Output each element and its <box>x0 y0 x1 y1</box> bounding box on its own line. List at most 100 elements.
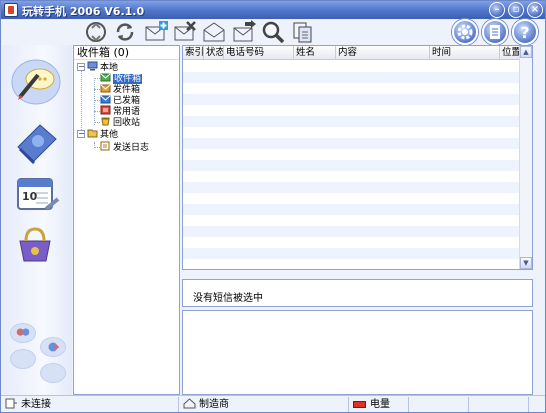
recycle-bin-icon <box>101 117 110 126</box>
table-row[interactable] <box>183 193 520 204</box>
phonebook-icon <box>17 124 57 165</box>
copy-icon <box>293 22 312 43</box>
scroll-up-arrow[interactable]: ▲ <box>520 46 532 58</box>
media-icon <box>19 227 51 262</box>
column-header-content[interactable]: 内容 <box>336 46 430 60</box>
sidebar-mini-3[interactable] <box>10 349 36 369</box>
tree-item-send-log[interactable]: 发送日志 <box>100 141 149 153</box>
folder-tree-header: 收件箱 (0) <box>74 46 179 60</box>
connect-button[interactable] <box>83 19 109 45</box>
notes-button[interactable] <box>482 19 508 45</box>
table-row[interactable] <box>183 149 520 160</box>
expand-other-toggle[interactable]: − <box>77 130 85 138</box>
table-row[interactable] <box>183 160 520 171</box>
copy-button[interactable] <box>289 19 315 45</box>
window-title: 玩转手机 2006 V6.1.0 <box>22 5 145 18</box>
tree-item-recycle-bin[interactable]: 回收站 <box>100 116 140 128</box>
folder-icon <box>87 129 98 138</box>
tree-item-recycle-bin-label: 回收站 <box>113 118 141 128</box>
table-row[interactable] <box>183 171 520 182</box>
battery-icon <box>353 401 366 408</box>
table-row[interactable] <box>183 215 520 226</box>
help-button[interactable]: ? <box>512 19 538 45</box>
forward-icon <box>233 20 256 42</box>
tree-node-other-label: 其他 <box>100 130 119 140</box>
status-battery-label: 电量 <box>370 399 390 410</box>
table-row[interactable] <box>183 204 520 215</box>
sms-icon <box>11 59 61 105</box>
folder-tree-header-count: (0) <box>113 46 130 59</box>
column-header-time[interactable]: 时间 <box>430 46 500 60</box>
table-row[interactable] <box>183 127 520 138</box>
table-row[interactable] <box>183 248 520 259</box>
svg-text:10: 10 <box>22 190 38 203</box>
tree-guide <box>94 78 95 125</box>
tree-node-other[interactable]: 其他 <box>87 128 118 140</box>
forward-button[interactable] <box>231 19 257 45</box>
message-list-scrollbar[interactable]: ▲ ▼ <box>519 46 532 269</box>
home-icon <box>183 398 196 409</box>
search-icon <box>262 21 285 44</box>
column-header-location[interactable]: 位置 <box>500 46 520 60</box>
message-list-header: 索引 状态 电话号码 姓名 内容 时间 位置 <box>183 46 520 60</box>
send-log-icon <box>100 141 110 151</box>
main-window: 玩转手机 2006 V6.1.0 – ▫ × ? 10 收件箱 (0) − 本地… <box>0 0 546 413</box>
settings-button[interactable] <box>452 19 478 45</box>
table-row[interactable] <box>183 105 520 116</box>
outbox-icon <box>100 84 111 93</box>
toolbar: ? <box>1 19 545 45</box>
inbox-icon <box>100 73 111 82</box>
sidebar-mini-4[interactable] <box>40 363 66 383</box>
minimize-button[interactable]: – <box>489 2 505 18</box>
sync-icon <box>116 23 134 41</box>
table-row[interactable] <box>183 83 520 94</box>
status-connection: 未连接 <box>1 397 179 412</box>
sidebar-item-calendar[interactable]: 10 <box>10 169 62 219</box>
column-header-index[interactable]: 索引 <box>183 46 204 60</box>
folder-tree-header-label: 收件箱 <box>77 46 110 59</box>
sent-icon <box>100 95 111 104</box>
table-row[interactable] <box>183 182 520 193</box>
status-empty-2 <box>469 397 529 412</box>
message-rows[interactable] <box>183 61 520 269</box>
table-row[interactable] <box>183 226 520 237</box>
expand-local-toggle[interactable]: − <box>77 63 85 71</box>
table-row[interactable] <box>183 72 520 83</box>
sidebar-item-sms[interactable] <box>10 57 62 107</box>
sidebar-mini-2[interactable] <box>40 337 66 357</box>
phrases-icon <box>100 105 111 115</box>
new-message-icon <box>145 21 168 41</box>
new-message-button[interactable] <box>143 19 169 45</box>
settings-icon <box>457 24 473 40</box>
message-list: 索引 状态 电话号码 姓名 内容 时间 位置 ▲ ▼ <box>182 45 533 270</box>
sidebar-item-media[interactable] <box>10 219 62 269</box>
search-button[interactable] <box>260 19 286 45</box>
reply-icon <box>203 22 225 42</box>
scroll-down-arrow[interactable]: ▼ <box>520 257 532 269</box>
reply-button[interactable] <box>201 19 227 45</box>
sidebar-mini-1[interactable] <box>10 323 36 343</box>
svg-text:?: ? <box>520 23 529 42</box>
delete-message-button[interactable] <box>172 19 198 45</box>
tree-guide <box>81 68 82 136</box>
table-row[interactable] <box>183 237 520 248</box>
help-icon: ? <box>520 23 529 42</box>
app-icon <box>4 3 18 17</box>
no-selection-text: 没有短信被选中 <box>193 293 263 304</box>
table-row[interactable] <box>183 94 520 105</box>
column-header-status[interactable]: 状态 <box>204 46 224 60</box>
sidebar-item-phonebook[interactable] <box>10 117 62 167</box>
column-header-name[interactable]: 姓名 <box>294 46 336 60</box>
table-row[interactable] <box>183 116 520 127</box>
phone-disconnected-icon <box>5 398 17 409</box>
close-button[interactable]: × <box>527 2 543 18</box>
transfer-icon <box>48 342 60 352</box>
message-body-panel[interactable] <box>182 310 533 395</box>
column-header-phone[interactable]: 电话号码 <box>224 46 294 60</box>
title-bar[interactable]: 玩转手机 2006 V6.1.0 – ▫ × <box>1 1 545 19</box>
table-row[interactable] <box>183 138 520 149</box>
users-icon <box>16 328 30 336</box>
table-row[interactable] <box>183 61 520 72</box>
sync-button[interactable] <box>112 19 138 45</box>
maximize-button[interactable]: ▫ <box>508 2 524 18</box>
